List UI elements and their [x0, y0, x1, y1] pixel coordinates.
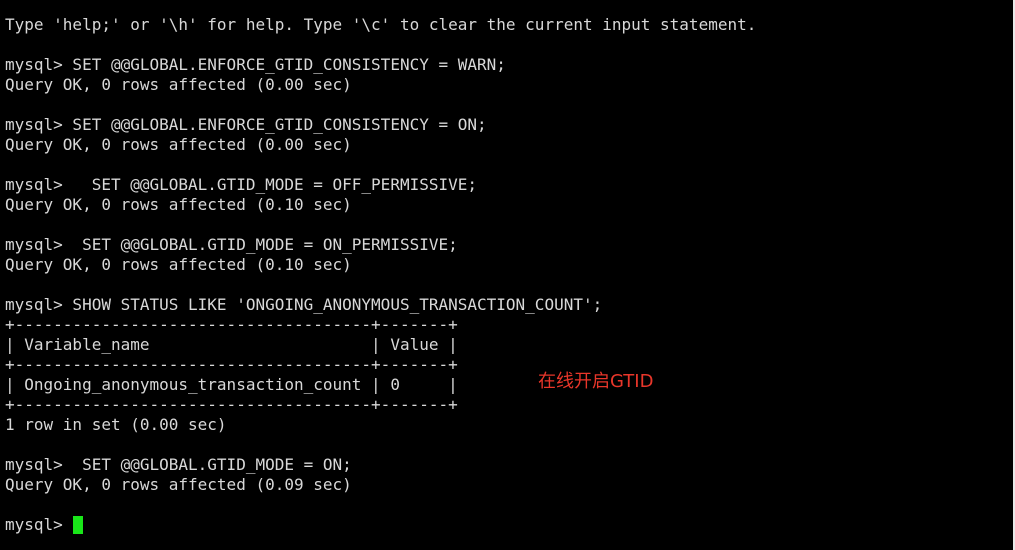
- table-border-line: +-------------------------------------+-…: [5, 355, 458, 374]
- annotation-label: 在线开启GTID: [538, 371, 654, 392]
- input-prompt-line[interactable]: mysql>: [5, 515, 1015, 535]
- table-row: | Ongoing_anonymous_transaction_count | …: [5, 375, 458, 394]
- terminal-line: Query OK, 0 rows affected (0.09 sec): [5, 475, 352, 494]
- terminal-line: mysql> SET @@GLOBAL.ENFORCE_GTID_CONSIST…: [5, 55, 506, 74]
- table-border-line: +-------------------------------------+-…: [5, 315, 458, 334]
- terminal-line: mysql> SHOW STATUS LIKE 'ONGOING_ANONYMO…: [5, 295, 603, 314]
- table-header-row: | Variable_name | Value |: [5, 335, 458, 354]
- terminal-line: Query OK, 0 rows affected (0.00 sec): [5, 135, 352, 154]
- table-border-line: +-------------------------------------+-…: [5, 395, 458, 414]
- terminal-line: Query OK, 0 rows affected (0.00 sec): [5, 75, 352, 94]
- terminal-window[interactable]: Type 'help;' or '\h' for help. Type '\c'…: [0, 0, 1015, 550]
- terminal-line: Type 'help;' or '\h' for help. Type '\c'…: [5, 15, 757, 34]
- terminal-line: mysql> SET @@GLOBAL.ENFORCE_GTID_CONSIST…: [5, 115, 487, 134]
- prompt-label: mysql>: [5, 515, 73, 534]
- terminal-line: mysql> SET @@GLOBAL.GTID_MODE = ON;: [5, 455, 352, 474]
- terminal-line: 1 row in set (0.00 sec): [5, 415, 227, 434]
- terminal-line: Query OK, 0 rows affected (0.10 sec): [5, 255, 352, 274]
- text-cursor: [73, 516, 84, 534]
- terminal-line: mysql> SET @@GLOBAL.GTID_MODE = OFF_PERM…: [5, 175, 478, 194]
- terminal-line: mysql> SET @@GLOBAL.GTID_MODE = ON_PERMI…: [5, 235, 458, 254]
- terminal-line: Query OK, 0 rows affected (0.10 sec): [5, 195, 352, 214]
